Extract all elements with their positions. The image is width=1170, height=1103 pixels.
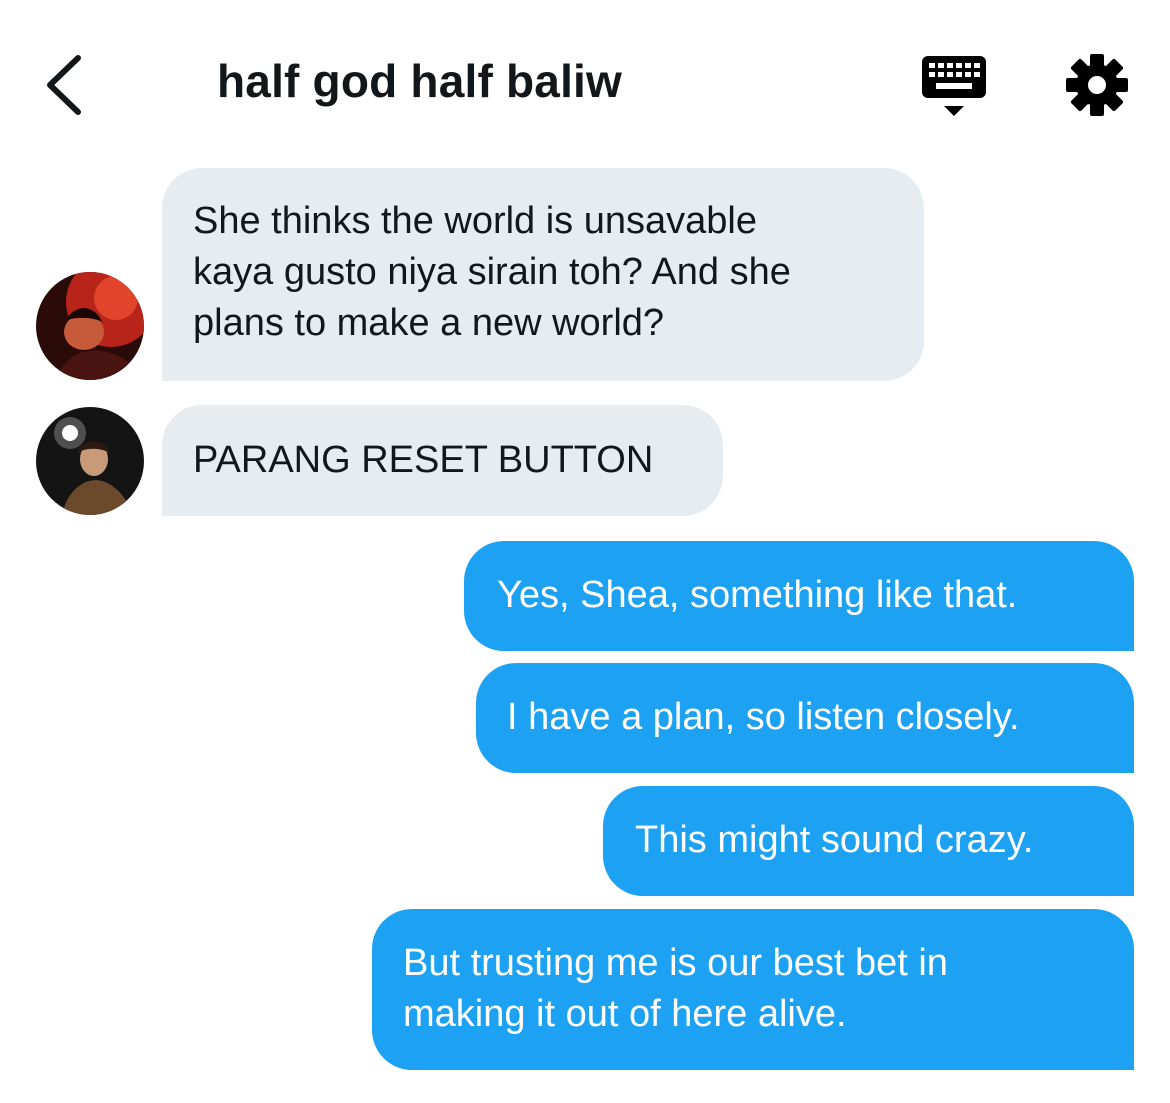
message-bubble-outgoing: This might sound crazy. xyxy=(603,786,1134,896)
message-bubble-incoming: PARANG RESET BUTTON xyxy=(162,405,723,516)
keyboard-icon xyxy=(922,56,986,116)
back-button[interactable] xyxy=(40,50,90,120)
keyboard-button[interactable] xyxy=(920,52,988,120)
conversation-title: half god half baliw xyxy=(217,55,623,107)
conversation-header: half god half baliw xyxy=(0,0,1170,160)
sender-avatar[interactable] xyxy=(36,407,144,515)
avatar-photo xyxy=(36,272,144,380)
message-bubble-incoming: She thinks the world is unsavable kaya g… xyxy=(162,168,924,381)
chevron-left-icon xyxy=(47,55,81,115)
settings-button[interactable] xyxy=(1062,50,1132,120)
message-bubble-outgoing: I have a plan, so listen closely. xyxy=(476,663,1134,773)
avatar-photo xyxy=(36,407,144,515)
message-bubble-outgoing: Yes, Shea, something like that. xyxy=(464,541,1134,651)
gear-icon xyxy=(1066,54,1128,116)
message-bubble-outgoing: But trusting me is our best bet in makin… xyxy=(372,909,1134,1070)
sender-avatar[interactable] xyxy=(36,272,144,380)
